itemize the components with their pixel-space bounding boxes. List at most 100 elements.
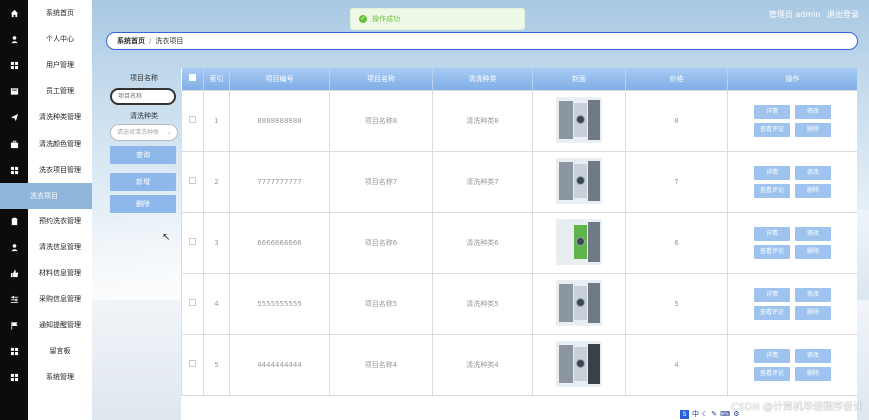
select-all-header[interactable] bbox=[181, 68, 204, 90]
sidebar-item-10[interactable]: 材料信息管理 bbox=[0, 260, 92, 286]
sidebar-item-6[interactable]: 洗衣项目管理 bbox=[0, 157, 92, 183]
wash-type-select[interactable]: 请选择清洗种类 ⌄ bbox=[110, 124, 178, 141]
row-select-cell[interactable] bbox=[181, 272, 204, 335]
sidebar-item-4[interactable]: 清洗种类管理 bbox=[0, 104, 92, 130]
col-price: 价格 bbox=[625, 68, 728, 90]
sidebar: 系统首页 个人中心 用户管理 员工管理清洗种类管理清洗颜色管理 洗衣项目管理 洗衣项目预约… bbox=[0, 0, 92, 420]
sidebar-item-label: 清洗信息管理 bbox=[39, 243, 81, 251]
row-name: 项目名称8 bbox=[329, 89, 433, 152]
delete-button[interactable]: 删除 bbox=[795, 305, 831, 320]
row-checkbox[interactable] bbox=[189, 238, 196, 245]
sidebar-item-3[interactable]: 员工管理 bbox=[0, 78, 92, 104]
sidebar-item-0[interactable]: 系统首页 bbox=[0, 0, 92, 26]
wash-type-placeholder: 请选择清洗种类 bbox=[117, 129, 160, 136]
view-reviews-button[interactable]: 查看评论 bbox=[754, 122, 790, 137]
row-actions: 详情 修改 查看评论 删除 bbox=[727, 333, 857, 396]
success-toast: ✓ 操作成功 bbox=[350, 8, 525, 30]
row-checkbox[interactable] bbox=[189, 116, 196, 123]
row-name: 项目名称7 bbox=[329, 150, 433, 213]
sidebar-item-11[interactable]: 采购信息管理 bbox=[0, 286, 92, 312]
row-cover-cell bbox=[532, 211, 626, 274]
table-row: 5 4444444444 项目名称4 清洗种类4 4 详情 修改 查看评论 删除 bbox=[181, 333, 857, 396]
sidebar-item-14[interactable]: 系统管理 bbox=[0, 364, 92, 390]
cover-image bbox=[556, 218, 602, 265]
batch-delete-button[interactable]: 删除 bbox=[110, 195, 176, 213]
sidebar-item-5[interactable]: 清洗颜色管理 bbox=[0, 131, 92, 157]
delete-button[interactable]: 删除 bbox=[795, 183, 831, 198]
col-cover: 封面 bbox=[532, 68, 626, 90]
row-type: 清洗种类8 bbox=[432, 89, 533, 152]
view-reviews-button[interactable]: 查看评论 bbox=[754, 366, 790, 381]
thumbs-up-icon bbox=[0, 260, 28, 286]
detail-button[interactable]: 详情 bbox=[754, 165, 790, 180]
breadcrumb: 系统首页 / 洗衣项目 bbox=[106, 32, 858, 50]
briefcase-icon bbox=[0, 131, 28, 157]
toast-message: 操作成功 bbox=[372, 15, 400, 23]
view-reviews-button[interactable]: 查看评论 bbox=[754, 244, 790, 259]
table-row: 2 7777777777 项目名称7 清洗种类7 7 详情 修改 查看评论 删除 bbox=[181, 150, 857, 213]
sidebar-item-label: 清洗种类管理 bbox=[39, 113, 81, 121]
edit-button[interactable]: 修改 bbox=[795, 226, 831, 241]
row-checkbox[interactable] bbox=[189, 360, 196, 367]
delete-button[interactable]: 删除 bbox=[795, 244, 831, 259]
row-select-cell[interactable] bbox=[181, 211, 204, 274]
row-index: 1 bbox=[203, 89, 230, 152]
card-icon bbox=[0, 78, 28, 104]
grid-icon bbox=[0, 157, 28, 183]
cover-image bbox=[556, 279, 602, 326]
edit-button[interactable]: 修改 bbox=[795, 348, 831, 363]
row-actions: 详情 修改 查看评论 删除 bbox=[727, 211, 857, 274]
sidebar-item-9[interactable]: 清洗信息管理 bbox=[0, 234, 92, 260]
mouse-cursor-icon: ↖ bbox=[162, 232, 171, 243]
type-label: 清洗种类 bbox=[130, 112, 158, 120]
project-name-input[interactable] bbox=[110, 88, 176, 105]
grid-icon bbox=[0, 338, 28, 364]
row-actions: 详情 修改 查看评论 删除 bbox=[727, 89, 857, 152]
sidebar-item-13[interactable]: 留言板 bbox=[0, 338, 92, 364]
breadcrumb-home[interactable]: 系统首页 bbox=[117, 36, 145, 46]
row-price: 8 bbox=[625, 89, 728, 152]
logout-link[interactable]: 退出登录 bbox=[827, 10, 859, 19]
row-price: 6 bbox=[625, 211, 728, 274]
sidebar-item-12[interactable]: 通知提醒管理 bbox=[0, 312, 92, 338]
row-code: 5555555555 bbox=[229, 272, 330, 335]
grid-icon bbox=[0, 52, 28, 78]
sidebar-item-2[interactable]: 用户管理 bbox=[0, 52, 92, 78]
row-select-cell[interactable] bbox=[181, 150, 204, 213]
detail-button[interactable]: 详情 bbox=[754, 287, 790, 302]
row-checkbox[interactable] bbox=[189, 177, 196, 184]
sidebar-item-8[interactable]: 预约洗衣管理 bbox=[0, 208, 92, 234]
cover-image bbox=[556, 340, 602, 387]
sidebar-item-label: 材料信息管理 bbox=[39, 269, 81, 277]
row-price: 7 bbox=[625, 150, 728, 213]
detail-button[interactable]: 详情 bbox=[754, 226, 790, 241]
row-select-cell[interactable] bbox=[181, 89, 204, 152]
row-price: 5 bbox=[625, 272, 728, 335]
project-table: 索引 项目编号 项目名称 清洗种类 封面 价格 操作 1 8888888888 项目… bbox=[181, 68, 857, 420]
select-all-checkbox[interactable] bbox=[188, 74, 196, 82]
delete-button[interactable]: 删除 bbox=[795, 366, 831, 381]
sidebar-item-label: 预约洗衣管理 bbox=[39, 217, 81, 225]
detail-button[interactable]: 详情 bbox=[754, 104, 790, 119]
edit-button[interactable]: 修改 bbox=[795, 287, 831, 302]
detail-button[interactable]: 详情 bbox=[754, 348, 790, 363]
add-button[interactable]: 新增 bbox=[110, 173, 176, 191]
delete-button[interactable]: 删除 bbox=[795, 122, 831, 137]
view-reviews-button[interactable]: 查看评论 bbox=[754, 305, 790, 320]
cover-image bbox=[556, 96, 602, 143]
row-cover-cell bbox=[532, 272, 626, 335]
grid-icon bbox=[0, 364, 28, 390]
check-icon: ✓ bbox=[359, 15, 367, 23]
sidebar-item-7[interactable]: 洗衣项目 bbox=[0, 183, 92, 209]
sidebar-item-1[interactable]: 个人中心 bbox=[0, 26, 92, 52]
col-actions: 操作 bbox=[727, 68, 857, 90]
edit-button[interactable]: 修改 bbox=[795, 104, 831, 119]
row-select-cell[interactable] bbox=[181, 333, 204, 396]
row-checkbox[interactable] bbox=[189, 299, 196, 306]
edit-button[interactable]: 修改 bbox=[795, 165, 831, 180]
view-reviews-button[interactable]: 查看评论 bbox=[754, 183, 790, 198]
row-index: 2 bbox=[203, 150, 230, 213]
admin-name: 管理员 admin bbox=[768, 10, 821, 19]
sidebar-item-label: 留言板 bbox=[49, 347, 71, 355]
query-button[interactable]: 查询 bbox=[110, 146, 176, 164]
